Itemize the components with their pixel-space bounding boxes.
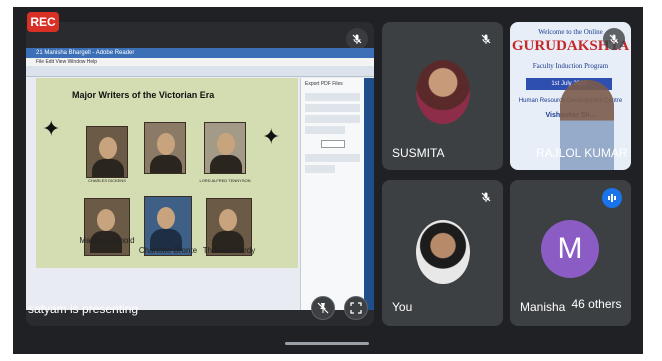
window-menu: File Edit View Window Help bbox=[26, 58, 374, 66]
mic-off-icon bbox=[475, 28, 497, 50]
slide: ✦ ✦ Major Writers of the Victorian Era C… bbox=[36, 78, 298, 268]
participant-tile-susmita[interactable]: SUSMITA bbox=[382, 22, 503, 170]
screen: REC 21 Manisha Bhargell - Adobe Reader F… bbox=[0, 0, 662, 361]
participant-video-you bbox=[416, 220, 470, 284]
avatar: M bbox=[541, 220, 599, 278]
speaking-icon bbox=[602, 188, 622, 208]
portrait-tennyson bbox=[204, 122, 246, 174]
presenter-label: satyam is presenting bbox=[28, 302, 139, 316]
star-icon: ✦ bbox=[262, 124, 281, 149]
presenter-bar: satyam is presenting bbox=[26, 292, 374, 326]
caption-dickens: CHARLES DICKENS bbox=[88, 178, 126, 183]
banner-subtitle: Faculty Induction Program bbox=[532, 62, 609, 70]
mic-off-icon bbox=[346, 28, 368, 50]
participant-name: RAJLOL KUMAR bbox=[536, 146, 628, 160]
slide-title: Major Writers of the Victorian Era bbox=[72, 90, 215, 100]
portrait-browning bbox=[144, 122, 186, 174]
caption-bronte: Charlotte Bronte bbox=[138, 246, 198, 255]
panel-convert-button bbox=[320, 140, 345, 148]
home-indicator bbox=[285, 342, 369, 345]
recording-badge: REC bbox=[27, 12, 59, 32]
participant-name: SUSMITA bbox=[392, 146, 445, 160]
panel-header: Export PDF Files bbox=[305, 81, 343, 87]
participant-name: Manisha bbox=[520, 300, 566, 314]
shared-screen: 21 Manisha Bhargell - Adobe Reader File … bbox=[26, 48, 374, 310]
window-title: 21 Manisha Bhargell - Adobe Reader bbox=[26, 48, 374, 58]
export-pdf-panel: Export PDF Files bbox=[300, 78, 364, 310]
caption-tennyson: LORD ALFRED TENNYSON bbox=[199, 178, 251, 183]
reader-toolbar bbox=[26, 66, 374, 77]
fullscreen-icon[interactable] bbox=[344, 296, 368, 320]
mic-off-icon bbox=[475, 186, 497, 208]
participant-video-susmita bbox=[416, 60, 470, 124]
participant-tile-rajlol[interactable]: Welcome to the Online GURUDAKSHTA Facult… bbox=[510, 22, 631, 170]
mic-off-icon bbox=[603, 28, 625, 50]
participant-tile-you[interactable]: You bbox=[382, 180, 503, 326]
windows-taskbar bbox=[364, 78, 374, 310]
star-icon: ✦ bbox=[42, 116, 61, 141]
caption-arnold: Matthew Arnold bbox=[79, 236, 135, 245]
pin-off-icon[interactable] bbox=[311, 296, 335, 320]
participant-name: You bbox=[392, 300, 413, 314]
participant-tile-manisha[interactable]: M Manisha 46 others bbox=[510, 180, 631, 326]
caption-hardy: Thomas Hardy bbox=[202, 246, 256, 255]
presentation-tile[interactable]: 21 Manisha Bhargell - Adobe Reader File … bbox=[26, 22, 374, 326]
others-count-badge[interactable]: 46 others bbox=[567, 291, 626, 317]
portrait-arnold bbox=[84, 198, 130, 256]
portrait-dickens bbox=[86, 126, 128, 178]
